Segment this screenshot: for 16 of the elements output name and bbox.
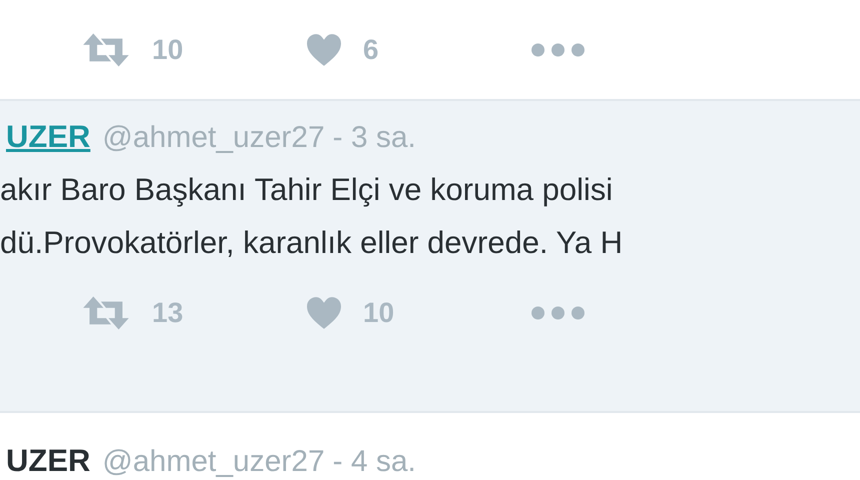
tweet-text: akır Baro Başkanı Tahir Elçi ve koruma polisi [0,171,614,209]
heart-icon[interactable] [305,32,343,66]
retweet-count: 13 [152,297,184,329]
heart-icon[interactable] [305,296,343,330]
user-handle: @ahmet_uzer27 [102,445,325,479]
user-handle: @ahmet_uzer27 [102,121,325,155]
retweet-count: 10 [152,34,184,66]
user-name[interactable]: UZER [6,443,90,479]
more-icon[interactable] [530,42,586,58]
tweet-time[interactable]: - 3 sa. [332,121,416,155]
user-name[interactable]: UZER [6,119,90,155]
like-count: 6 [363,34,379,66]
tweet-text: dü.Provokatörler, karanlık eller devrede. Ya H [0,224,624,262]
tweet-time[interactable]: - 4 sa. [332,445,416,479]
more-icon[interactable] [530,305,586,321]
like-count: 10 [363,297,394,329]
